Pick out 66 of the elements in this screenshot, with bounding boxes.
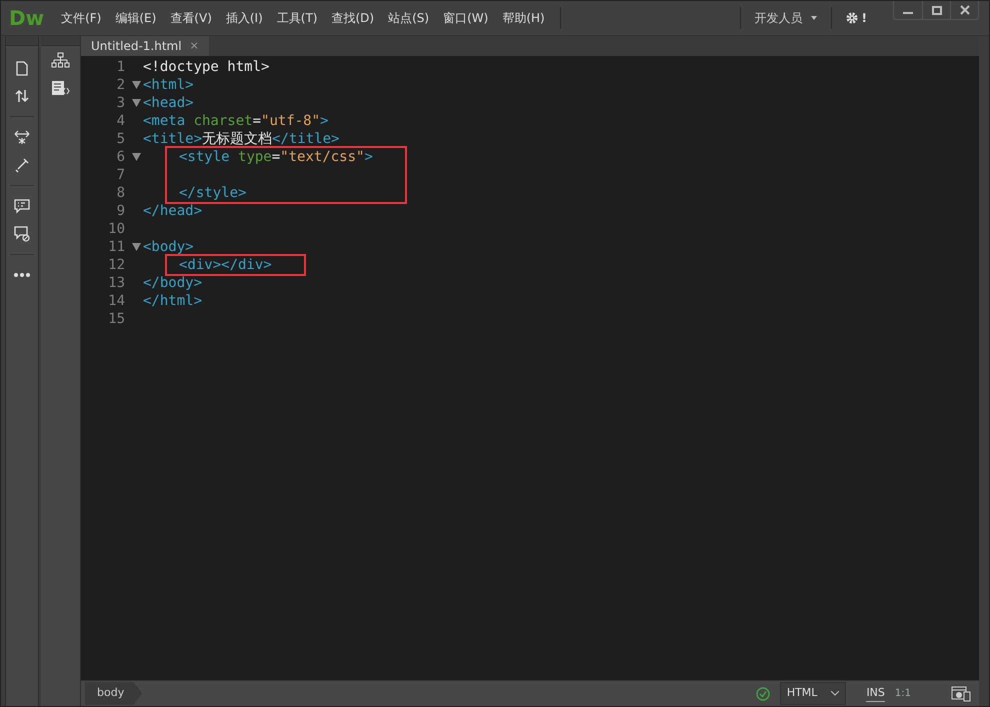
- panel-grip[interactable]: [6, 36, 38, 46]
- line-number: 14: [107, 292, 125, 310]
- fold-icon[interactable]: [132, 99, 140, 107]
- document-tab[interactable]: Untitled-1.html ×: [81, 36, 209, 56]
- code-line: <div></div>: [179, 256, 272, 274]
- code-line: <html>: [143, 76, 195, 94]
- line-number: 5: [116, 130, 125, 148]
- menu-item[interactable]: 工具(T): [270, 7, 324, 29]
- code-line: </head>: [143, 202, 202, 220]
- line-number: 7: [116, 166, 125, 184]
- chevron-icon: [831, 691, 840, 696]
- code-line: <meta charset="utf-8">: [143, 112, 330, 130]
- line-number: 2: [116, 76, 125, 94]
- menu-item[interactable]: 帮助(H): [495, 7, 552, 29]
- line-number: 1: [116, 58, 125, 76]
- code-line: </html>: [143, 292, 202, 310]
- language-dropdown[interactable]: HTML: [780, 682, 846, 705]
- menu-item[interactable]: 编辑(E): [108, 7, 164, 29]
- fold-icon[interactable]: [132, 81, 140, 89]
- comment-remove-icon[interactable]: [14, 226, 30, 242]
- code-line: <title>无标题文档</title>: [143, 130, 340, 148]
- workspace-dropdown[interactable]: 开发人员: [748, 9, 823, 27]
- code-line: </body>: [143, 274, 202, 292]
- alert-mark: !: [862, 10, 867, 27]
- code-line: <style type="text/css">: [179, 148, 373, 166]
- code-line: <body>: [143, 238, 195, 256]
- wand-icon[interactable]: [14, 157, 30, 173]
- menu-item[interactable]: 查看(V): [163, 7, 219, 29]
- check-icon: [756, 686, 770, 700]
- line-number: 9: [116, 202, 125, 220]
- line-number: 3: [116, 94, 125, 112]
- menu-item[interactable]: 插入(I): [218, 7, 270, 29]
- line-number: 8: [116, 184, 125, 202]
- code-line: <!doctype html>: [143, 58, 270, 76]
- menu-item[interactable]: 查找(D): [324, 7, 382, 29]
- caret-icon: [810, 16, 817, 20]
- menu-item[interactable]: 站点(S): [381, 7, 436, 29]
- minimize-icon: [903, 12, 913, 14]
- insert-mode-toggle[interactable]: INS: [866, 684, 885, 702]
- tag-breadcrumb[interactable]: body: [85, 682, 142, 705]
- code-line: <head>: [143, 94, 195, 112]
- menu-item[interactable]: 窗口(W): [436, 7, 496, 29]
- fold-icon[interactable]: [132, 153, 140, 161]
- line-number: 6: [116, 148, 125, 166]
- expand-icon[interactable]: [14, 129, 30, 145]
- line-number: 11: [107, 238, 125, 256]
- transfer-icon[interactable]: [14, 88, 30, 104]
- line-number: 15: [107, 310, 125, 328]
- file-icon[interactable]: [14, 60, 30, 76]
- maximize-icon: [932, 6, 942, 14]
- line-number: 13: [107, 274, 125, 292]
- code-line: </style>: [179, 184, 248, 202]
- close-icon: [960, 5, 970, 15]
- panel-grip[interactable]: [41, 36, 80, 46]
- line-number: 10: [107, 220, 125, 238]
- menu-item[interactable]: 文件(F): [54, 7, 108, 29]
- line-number: 4: [116, 112, 125, 130]
- app-logo: Dw: [8, 5, 46, 32]
- cursor-position: 1:1: [894, 687, 911, 701]
- line-number: 12: [107, 256, 125, 274]
- fold-icon[interactable]: [132, 243, 140, 251]
- hierarchy-icon[interactable]: [51, 52, 70, 68]
- document-code-icon[interactable]: [51, 80, 70, 96]
- preview-icon[interactable]: [951, 686, 971, 702]
- gear-icon[interactable]: [846, 12, 858, 24]
- comment-icon[interactable]: [14, 198, 30, 214]
